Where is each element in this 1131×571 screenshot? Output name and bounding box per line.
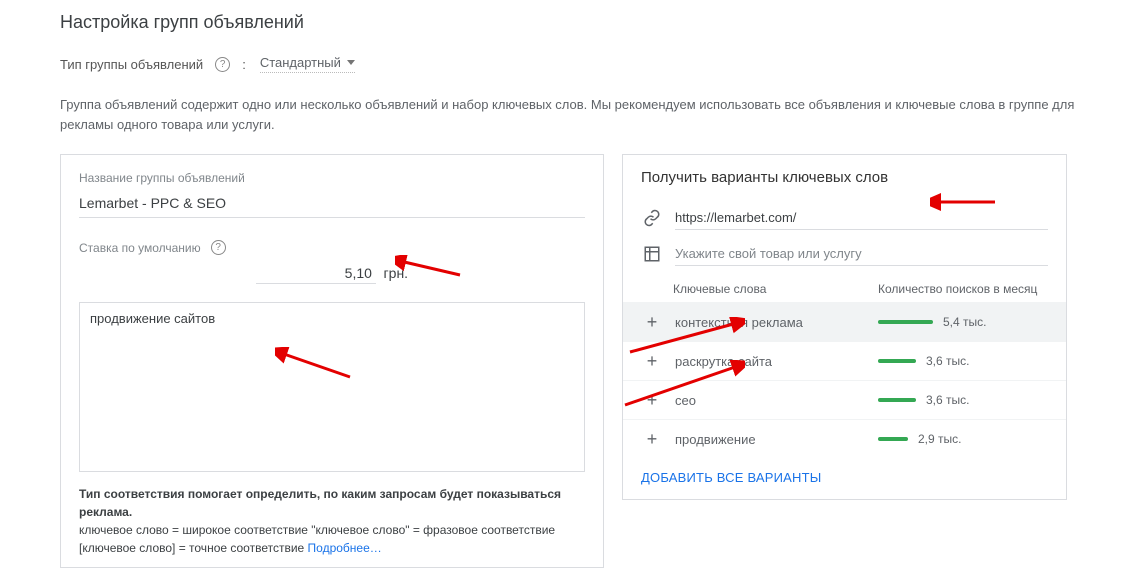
adgroup-type-label: Тип группы объявлений	[60, 57, 203, 72]
suggestion-volume: 5,4 тыс.	[878, 315, 1048, 329]
keyword-suggestions-card: Получить варианты ключевых слов Ключевые…	[622, 154, 1067, 500]
match-hint: Тип соответствия помогает определить, по…	[79, 485, 585, 557]
group-name-label: Название группы объявлений	[79, 171, 585, 185]
adgroup-type-select[interactable]: Стандартный	[260, 55, 355, 73]
page-title: Настройка групп объявлений	[60, 12, 1131, 33]
volume-number: 2,9 тыс.	[918, 432, 961, 446]
match-hint-title: Тип соответствия помогает определить, по…	[79, 487, 561, 519]
col-header-keywords: Ключевые слова	[673, 282, 878, 296]
product-input[interactable]	[675, 242, 1048, 266]
suggestion-row[interactable]: + контекстная реклама 5,4 тыс.	[623, 302, 1066, 341]
volume-bar	[878, 437, 908, 441]
col-header-volume: Количество поисков в месяц	[878, 282, 1048, 296]
add-all-button[interactable]: ДОБАВИТЬ ВСЕ ВАРИАНТЫ	[623, 458, 1066, 487]
suggestion-keyword: раскрутка сайта	[675, 354, 866, 369]
suggestion-row[interactable]: + продвижение 2,9 тыс.	[623, 419, 1066, 458]
plus-icon[interactable]: +	[641, 430, 663, 448]
suggestions-list: + контекстная реклама 5,4 тыс. + раскрутка с…	[623, 302, 1066, 458]
suggestion-keyword: сео	[675, 393, 866, 408]
suggestion-row[interactable]: + раскрутка сайта 3,6 тыс.	[623, 341, 1066, 380]
volume-number: 5,4 тыс.	[943, 315, 986, 329]
suggestion-volume: 3,6 тыс.	[878, 354, 1048, 368]
adgroup-settings-card: Название группы объявлений Ставка по умо…	[60, 154, 604, 568]
learn-more-link[interactable]: Подробнее…	[308, 541, 382, 555]
suggestion-volume: 3,6 тыс.	[878, 393, 1048, 407]
keywords-textarea[interactable]	[79, 302, 585, 472]
currency-label: грн.	[384, 265, 409, 281]
volume-bar	[878, 359, 916, 363]
description-text: Группа объявлений содержит одно или неск…	[60, 95, 1080, 134]
suggestion-keyword: продвижение	[675, 432, 866, 447]
suggestions-title: Получить варианты ключевых слов	[623, 169, 1066, 186]
plus-icon[interactable]: +	[641, 313, 663, 331]
plus-icon[interactable]: +	[641, 391, 663, 409]
volume-number: 3,6 тыс.	[926, 393, 969, 407]
plus-icon[interactable]: +	[641, 352, 663, 370]
help-icon[interactable]: ?	[215, 57, 230, 72]
suggestion-keyword: контекстная реклама	[675, 315, 866, 330]
volume-bar	[878, 320, 933, 324]
chevron-down-icon	[347, 60, 355, 65]
link-icon	[641, 209, 663, 227]
help-icon[interactable]: ?	[211, 240, 226, 255]
default-bid-input[interactable]	[256, 263, 376, 284]
default-bid-label: Ставка по умолчанию	[79, 241, 201, 255]
group-name-input[interactable]	[79, 191, 585, 218]
suggestion-volume: 2,9 тыс.	[878, 432, 1048, 446]
adgroup-type-value: Стандартный	[260, 55, 341, 70]
grid-icon	[641, 245, 663, 263]
colon: :	[242, 57, 246, 72]
volume-bar	[878, 398, 916, 402]
url-input[interactable]	[675, 206, 1048, 230]
volume-number: 3,6 тыс.	[926, 354, 969, 368]
suggestion-row[interactable]: + сео 3,6 тыс.	[623, 380, 1066, 419]
